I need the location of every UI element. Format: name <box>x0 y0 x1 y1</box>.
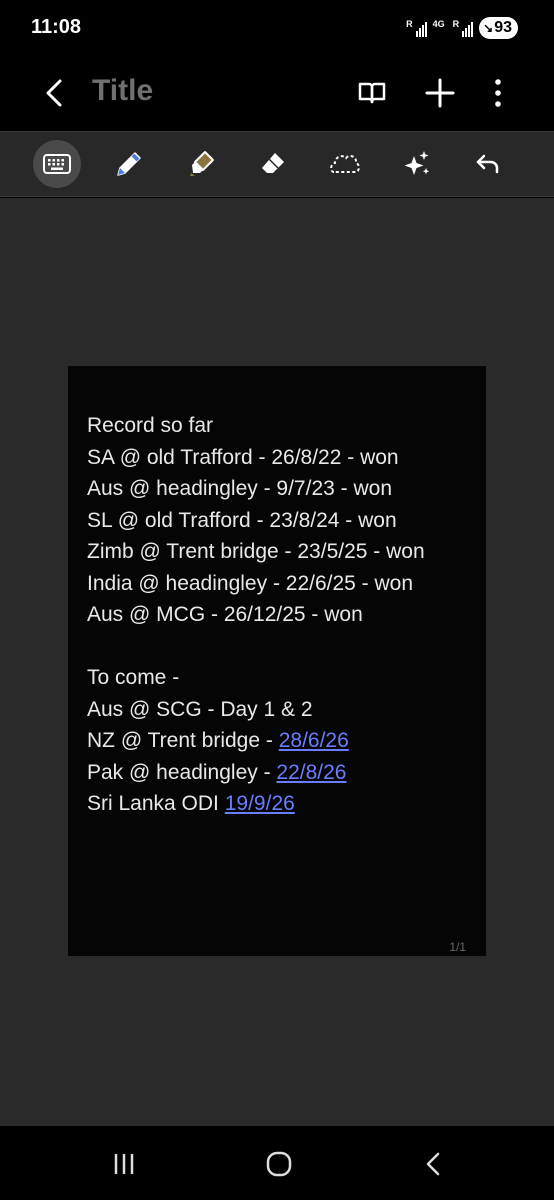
battery-level: 93 <box>494 19 512 36</box>
page-indicator: 1/1 <box>449 940 466 954</box>
status-icons: R 4G R ↘ 93 <box>406 16 518 40</box>
note-line: Aus @ headingley - 9/7/23 - won <box>87 477 392 500</box>
undo-icon <box>476 154 499 174</box>
home-icon <box>266 1151 292 1177</box>
back-arrow-icon <box>46 79 62 107</box>
highlighter-tool-button[interactable] <box>177 140 225 188</box>
mobile-data-icon: 4G <box>433 19 447 37</box>
network-type-label: 4G <box>432 19 445 29</box>
date-link[interactable]: 28/6/26 <box>279 729 349 752</box>
chevron-left-icon <box>426 1152 440 1176</box>
date-link[interactable]: 19/9/26 <box>225 792 295 815</box>
power-saving-icon: ↘ <box>483 21 494 35</box>
drawing-toolbar <box>0 131 554 197</box>
note-page[interactable]: Record so far SA @ old Trafford - 26/8/2… <box>68 366 486 956</box>
more-options-button[interactable] <box>478 73 518 113</box>
signal-icon: R <box>406 19 427 37</box>
note-line: SL @ old Trafford - 23/8/24 - won <box>87 508 397 532</box>
keyboard-tool-button[interactable] <box>33 140 81 188</box>
date-link[interactable]: 22/8/26 <box>276 761 346 784</box>
signal-icon-2: R <box>453 19 474 37</box>
status-time: 11:08 <box>31 16 82 38</box>
note-line-blank <box>87 631 477 663</box>
note-line: Sri Lanka ODI 19/9/26 <box>87 788 477 820</box>
reading-mode-button[interactable] <box>352 73 392 113</box>
note-line-text: Sri Lanka ODI <box>87 792 225 815</box>
note-line: Record so far <box>87 414 214 437</box>
highlighter-icon <box>190 151 214 176</box>
note-line: Pak @ headingley - 22/8/26 <box>87 757 477 789</box>
plus-icon <box>425 78 455 108</box>
note-canvas[interactable]: Record so far SA @ old Trafford - 26/8/2… <box>0 198 554 1126</box>
home-button[interactable] <box>259 1144 299 1184</box>
note-line-text: Pak @ headingley - <box>87 760 277 784</box>
lasso-icon <box>330 154 360 173</box>
back-button[interactable] <box>36 73 76 113</box>
recent-apps-icon <box>114 1154 134 1174</box>
add-button[interactable] <box>420 73 460 113</box>
ai-sparkle-icon <box>404 151 430 175</box>
note-line: Aus @ MCG - 26/12/25 - won <box>87 603 363 626</box>
note-line-text: NZ @ Trent bridge - <box>87 729 279 752</box>
note-title[interactable]: Title <box>92 74 153 108</box>
note-line: NZ @ Trent bridge - 28/6/26 <box>87 725 477 757</box>
book-icon <box>358 82 386 104</box>
lasso-tool-button[interactable] <box>321 140 369 188</box>
note-line: SA @ old Trafford - 26/8/22 - won <box>87 445 399 469</box>
ai-assist-button[interactable] <box>393 140 441 188</box>
more-vert-icon <box>495 79 501 107</box>
undo-button[interactable] <box>464 140 512 188</box>
eraser-tool-button[interactable] <box>249 140 297 188</box>
pen-tool-button[interactable] <box>105 140 153 188</box>
pen-icon <box>117 152 141 176</box>
signal-label: R <box>406 19 413 29</box>
system-back-button[interactable] <box>414 1144 454 1184</box>
note-text[interactable]: Record so far SA @ old Trafford - 26/8/2… <box>87 410 477 820</box>
app-bar: Title <box>0 56 554 130</box>
note-line: To come - <box>87 666 180 689</box>
recent-apps-button[interactable] <box>104 1144 144 1184</box>
keyboard-icon <box>43 154 71 174</box>
note-line: Aus @ SCG - Day 1 & 2 <box>87 697 313 721</box>
battery-icon: ↘ 93 <box>479 17 518 39</box>
signal-label-2: R <box>452 19 460 29</box>
note-line: India @ headingley - 22/6/25 - won <box>87 571 414 595</box>
note-line: Zimb @ Trent bridge - 23/5/25 - won <box>87 540 425 563</box>
system-nav-bar <box>0 1126 554 1200</box>
eraser-icon <box>262 153 284 173</box>
status-bar: 11:08 R 4G R ↘ 93 <box>0 0 554 56</box>
